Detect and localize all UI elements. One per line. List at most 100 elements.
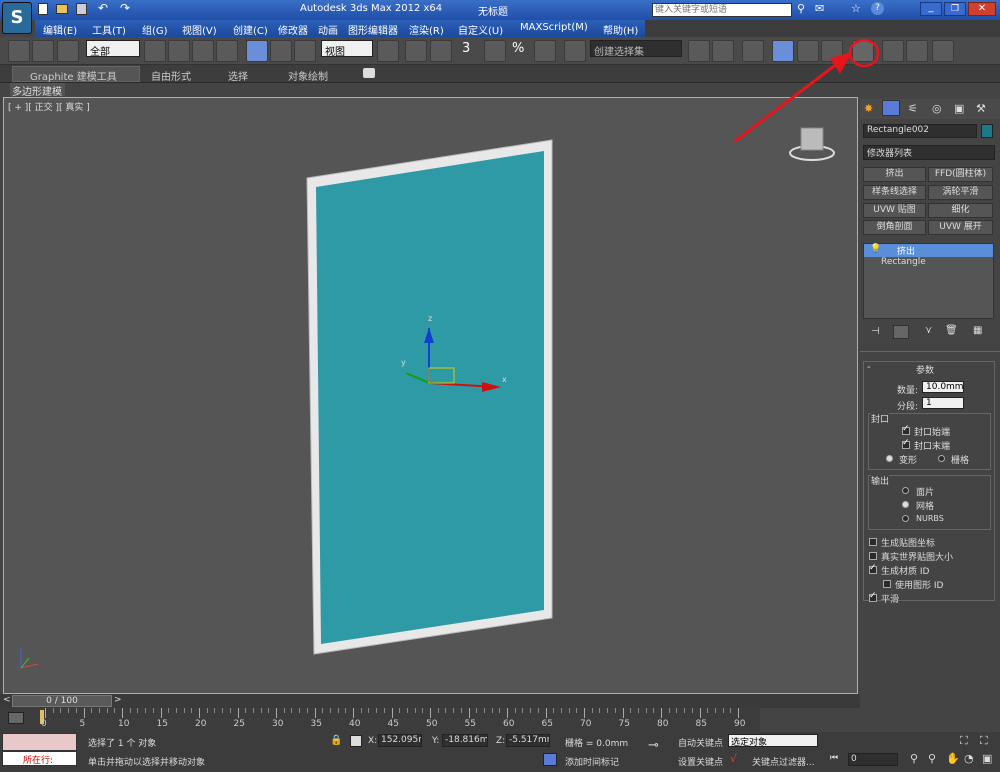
menu-tools[interactable]: 工具(T) xyxy=(92,22,126,37)
lightbulb-icon[interactable]: 💡 xyxy=(870,244,881,254)
rect-selection-icon[interactable] xyxy=(192,40,214,62)
restore-button[interactable]: ❐ xyxy=(944,2,966,16)
help-icon[interactable]: ? xyxy=(871,2,884,15)
menu-modifiers[interactable]: 修改器 xyxy=(278,22,308,37)
select-manipulate-icon[interactable] xyxy=(405,40,427,62)
reference-coord-dropdown[interactable]: 视图 xyxy=(321,40,373,57)
menu-edit[interactable]: 编辑(E) xyxy=(43,22,77,37)
time-next-icon[interactable]: > xyxy=(114,695,122,705)
app-logo-icon[interactable]: S xyxy=(2,2,32,34)
subtab-polygon-modeling[interactable]: 多边形建模 xyxy=(10,83,65,98)
cap-start-checkbox[interactable] xyxy=(902,424,910,435)
lock-selection-icon[interactable]: 🔒 xyxy=(330,735,342,746)
percent-snap-icon[interactable]: % xyxy=(512,41,524,56)
undo-icon[interactable]: ↶ xyxy=(98,1,108,15)
object-name-field[interactable]: Rectangle002 xyxy=(863,124,977,138)
real-world-checkbox[interactable] xyxy=(869,552,877,560)
perspective-viewport[interactable]: z x y xyxy=(3,97,858,694)
render-setup-icon[interactable] xyxy=(882,40,904,62)
modifier-uvw-map-button[interactable]: UVW 贴图 xyxy=(863,203,926,218)
track-bar-toggle-icon[interactable] xyxy=(8,712,24,724)
modifier-tessellate-button[interactable]: 细化 xyxy=(928,203,993,218)
morph-radio[interactable] xyxy=(886,455,893,462)
edit-named-selection-icon[interactable] xyxy=(564,40,586,62)
tab-object-paint[interactable]: 对象绘制 xyxy=(288,68,328,83)
create-tab-icon[interactable]: ✸ xyxy=(864,102,873,115)
track-bar[interactable]: 0 5 10 15 20 25 30 35 40 45 50 55 60 65 70 75 80 85 90 xyxy=(0,708,760,732)
remove-modifier-icon[interactable]: 🗑 xyxy=(945,325,958,336)
named-selection-dropdown[interactable]: 创建选择集 xyxy=(590,40,682,57)
select-rotate-icon[interactable] xyxy=(270,40,292,62)
modifier-spline-select-button[interactable]: 样条线选择 xyxy=(863,185,926,200)
key-filters-button[interactable]: 关键点过滤器... xyxy=(752,755,815,768)
menu-graph-editors[interactable]: 图形编辑器 xyxy=(348,22,398,37)
pin-stack-icon[interactable]: ⊣ xyxy=(871,326,880,337)
modifier-ffd-button[interactable]: FFD(圆柱体) xyxy=(928,167,993,182)
favorites-star-icon[interactable]: ☆ xyxy=(851,2,861,15)
angle-snap-icon[interactable] xyxy=(484,40,506,62)
modify-tab-icon[interactable] xyxy=(882,100,900,116)
zoom-all-icon[interactable]: ⚲ xyxy=(928,752,936,765)
selected-obj-dropdown[interactable]: 选定对象 xyxy=(728,734,818,747)
time-slider[interactable]: < 0 / 100 > xyxy=(0,694,860,708)
search-icon[interactable]: ⚲ xyxy=(797,2,805,15)
time-slider-thumb[interactable]: 0 / 100 xyxy=(12,695,112,707)
utilities-tab-icon[interactable]: ⚒ xyxy=(976,102,986,115)
parameters-title[interactable]: 参数 xyxy=(916,363,934,376)
smooth-checkbox[interactable] xyxy=(869,591,877,602)
bind-space-warp-icon[interactable] xyxy=(57,40,79,62)
panel-surface[interactable] xyxy=(316,151,544,644)
render-production-icon[interactable] xyxy=(932,40,954,62)
menu-views[interactable]: 视图(V) xyxy=(182,22,217,37)
set-key-button[interactable]: 设置关键点 xyxy=(678,755,723,768)
minimize-button[interactable]: _ xyxy=(920,2,942,16)
select-link-icon[interactable] xyxy=(8,40,30,62)
configure-sets-icon[interactable]: ▦ xyxy=(973,325,982,336)
grid-radio[interactable] xyxy=(938,455,945,462)
use-shape-id-checkbox[interactable] xyxy=(883,580,891,588)
modifier-bevel-profile-button[interactable]: 倒角剖面 xyxy=(863,220,926,235)
stack-item-rectangle[interactable]: Rectangle xyxy=(881,257,926,267)
infocenter-icon[interactable]: ✉ xyxy=(815,2,824,15)
tab-selection[interactable]: 选择 xyxy=(228,68,248,83)
viewport-label[interactable]: [ + ][ 正交 ][ 真实 ] xyxy=(8,100,90,113)
x-coord-field[interactable]: 152.095mm xyxy=(378,734,422,747)
tab-freeform[interactable]: 自由形式 xyxy=(151,68,191,83)
tab-graphite-modeling[interactable]: Graphite 建模工具 xyxy=(30,68,117,83)
snap-toggle-icon[interactable]: 3 xyxy=(462,41,470,56)
zoom-extents-all-icon[interactable]: ⛶ xyxy=(980,734,988,748)
segments-field[interactable]: 1 xyxy=(922,397,964,409)
add-time-tag[interactable]: 添加时间标记 xyxy=(565,755,619,768)
output-patch-radio[interactable] xyxy=(902,487,909,494)
menu-customize[interactable]: 自定义(U) xyxy=(458,22,503,37)
selection-filter-dropdown[interactable]: 全部 xyxy=(86,40,140,57)
redo-icon[interactable]: ↷ xyxy=(120,1,130,15)
motion-tab-icon[interactable]: ◎ xyxy=(932,102,942,115)
zoom-extents-icon[interactable]: ⛶ xyxy=(960,734,968,748)
menu-help[interactable]: 帮助(H) xyxy=(603,22,638,37)
auto-key-button[interactable]: 自动关键点 xyxy=(678,736,723,749)
pan-icon[interactable]: ✋ xyxy=(946,752,960,765)
modifier-list-dropdown[interactable]: 修改器列表 xyxy=(863,145,995,160)
stack-item-extrude[interactable]: 挤出 xyxy=(864,244,993,257)
rendered-frame-icon[interactable] xyxy=(906,40,928,62)
modifier-stack[interactable]: 挤出 💡 Rectangle xyxy=(863,243,994,319)
new-file-icon[interactable] xyxy=(38,3,48,15)
amount-field[interactable]: 10.0mm xyxy=(922,381,964,393)
modifier-extrude-button[interactable]: 挤出 xyxy=(863,167,926,182)
zoom-icon[interactable]: ⚲ xyxy=(910,752,918,765)
show-end-result-icon[interactable] xyxy=(893,325,909,339)
current-frame-field[interactable]: 0 xyxy=(848,753,898,766)
gen-mapping-checkbox[interactable] xyxy=(869,538,877,546)
y-coord-field[interactable]: -18.816mm xyxy=(442,734,488,747)
modifier-turbosmooth-button[interactable]: 涡轮平滑 xyxy=(928,185,993,200)
save-icon[interactable] xyxy=(76,3,87,15)
window-crossing-icon[interactable] xyxy=(216,40,238,62)
unlink-icon[interactable] xyxy=(32,40,54,62)
orbit-icon[interactable]: ◔ xyxy=(964,752,974,765)
goto-start-icon[interactable]: ⏮ xyxy=(830,753,838,763)
z-coord-field[interactable]: -5.517mm xyxy=(506,734,550,747)
maximize-viewport-icon[interactable]: ▣ xyxy=(982,752,992,765)
select-by-name-icon[interactable] xyxy=(168,40,190,62)
modifier-unwrap-uvw-button[interactable]: UVW 展开 xyxy=(928,220,993,235)
